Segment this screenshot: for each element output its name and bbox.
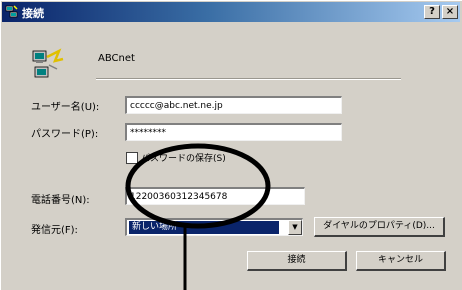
- connection-name: ABCnet: [98, 53, 135, 64]
- connect-button[interactable]: 接続: [247, 251, 347, 271]
- dial-from-value: 新しい場所: [129, 221, 279, 234]
- dial-from-select[interactable]: 新しい場所 ▼: [125, 218, 303, 236]
- help-button[interactable]: ?: [424, 5, 440, 19]
- username-field[interactable]: ccccc@abc.net.ne.jp: [125, 96, 342, 114]
- save-password-option[interactable]: パスワードの保存(S): [126, 151, 226, 165]
- username-label: ユーザー名(U):: [31, 102, 100, 113]
- phone-number-label: 電話番号(N):: [31, 195, 90, 206]
- window-title: 接続: [22, 7, 44, 20]
- connect-dialog: 接続 ? × ABCnet ユーザー名(U): ccccc@abc.net.ne…: [0, 0, 462, 290]
- phone-number-field[interactable]: 12200360312345678: [125, 187, 305, 205]
- cancel-button[interactable]: キャンセル: [356, 251, 446, 271]
- dialup-icon: [5, 5, 18, 18]
- password-label: パスワード(P):: [31, 129, 99, 140]
- divider: [96, 78, 401, 80]
- save-password-label: パスワードの保存(S): [141, 154, 226, 164]
- save-password-checkbox[interactable]: [126, 151, 138, 164]
- title-bar[interactable]: 接続 ? ×: [2, 2, 460, 22]
- close-button[interactable]: ×: [442, 5, 458, 19]
- close-icon: ×: [445, 6, 455, 17]
- password-field[interactable]: ********: [125, 123, 342, 141]
- chevron-down-icon[interactable]: ▼: [288, 220, 302, 235]
- help-icon: ?: [429, 6, 435, 17]
- dial-properties-button[interactable]: ダイヤルのプロパティ(D)...: [314, 217, 445, 237]
- network-connection-icon: [32, 48, 64, 78]
- dial-from-label: 発信元(F):: [31, 225, 78, 236]
